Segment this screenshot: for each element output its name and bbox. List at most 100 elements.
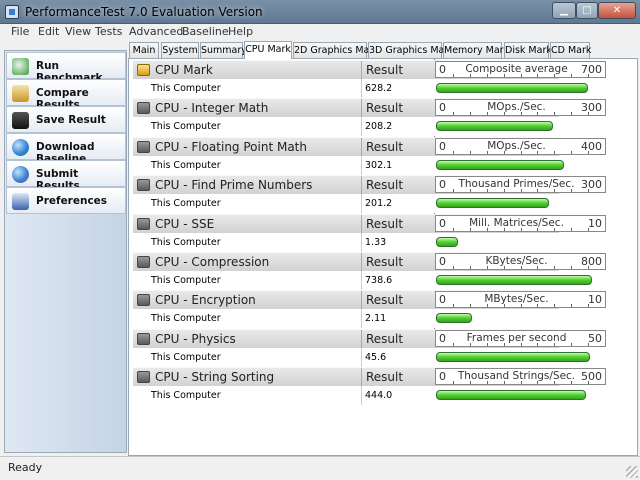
scale-tick [469,189,471,193]
maximize-button[interactable]: □ [576,2,598,19]
tab-strip: Main System Summary CPU Mark 2D Graphics… [128,41,640,59]
tab-cpu-mark[interactable]: CPU Mark [244,41,292,59]
result-bar [436,313,472,324]
download-baseline-button[interactable]: Download Baseline [6,133,126,165]
tab-summary[interactable]: Summary [200,42,247,58]
minimize-button[interactable]: ▁ [552,2,576,19]
scale-max: 800 [581,255,602,268]
compare-results-button[interactable]: Compare Results [6,79,126,111]
scale-tick [520,381,522,385]
test-scale: 0 Thousand Strings/Sec. 500 [435,368,606,386]
scale-tick [503,227,505,231]
scale-tick [469,74,471,77]
resize-grip-icon[interactable] [626,466,638,478]
computer-label: This Computer [151,159,221,171]
scale-unit: KBytes/Sec. [485,255,548,267]
result-column-header: Result [366,178,404,193]
scale-tick [520,227,522,231]
tab-main[interactable]: Main [129,42,159,58]
cpu-chip-icon [137,179,150,192]
tab-cd-mark[interactable]: CD Mark [550,42,591,58]
scale-tick [452,227,454,231]
menu-bar: File Edit View Tests Advanced Baseline H… [0,24,640,40]
scale-max: 10 [588,216,602,230]
scale-tick [452,304,454,308]
tab-disk-mark[interactable]: Disk Mark [504,42,552,58]
test-name: CPU Mark [155,63,213,77]
menu-tests[interactable]: Tests [95,25,122,38]
column-separator [361,253,362,272]
result-value: 628.2 [365,83,393,94]
scale-unit: Mill. Matrices/Sec. [469,216,564,229]
column-separator [361,368,362,388]
scale-tick [588,342,590,346]
menu-edit[interactable]: Edit [38,25,59,38]
scale-tick [520,74,522,77]
menu-view[interactable]: View [65,25,91,38]
title-bar[interactable]: PerformanceTest 7.0 Evaluation Version ▁… [0,0,640,24]
scale-tick [537,150,539,154]
menu-baseline[interactable]: Baseline [182,25,229,38]
run-benchmark-icon [12,58,29,75]
result-bar [436,236,458,247]
scale-tick [486,342,488,346]
tab-3d-graphics-mark[interactable]: 3D Graphics Mark [368,42,454,58]
tab-2d-graphics-mark[interactable]: 2D Graphics Mark [293,42,379,58]
scale-tick [537,112,539,116]
scale-tick [503,189,505,193]
scale-tick [452,150,454,154]
scale-tick [588,74,590,77]
menu-help[interactable]: Help [228,25,253,38]
result-value: 444.0 [365,390,393,402]
result-bar-track [435,81,606,96]
scale-min: 0 [439,331,446,345]
submit-results-button[interactable]: Submit Results [6,160,126,192]
scale-tick [571,266,573,269]
result-column-header: Result [366,101,404,116]
scale-tick [554,304,556,308]
scale-tick [452,342,454,346]
result-value: 201.2 [365,198,393,210]
scale-tick [588,304,590,308]
scale-tick [486,74,488,77]
column-separator [361,61,362,80]
column-separator [361,386,362,406]
column-separator [361,329,362,349]
scale-tick [486,112,488,116]
tab-memory-mark[interactable]: Memory Mark [443,42,509,58]
menu-advanced[interactable]: Advanced [129,25,183,38]
app-icon [5,5,19,19]
scale-tick [520,112,522,116]
result-bar-track [435,273,606,288]
column-separator [361,99,362,119]
test-scale: 0 Thousand Primes/Sec. 300 [435,176,606,194]
preferences-button[interactable]: Preferences [6,187,126,214]
menu-file[interactable]: File [11,25,29,38]
scale-tick [469,150,471,154]
cpu-chip-icon [137,332,150,345]
scale-tick [520,342,522,346]
test-name: CPU - Integer Math [155,101,269,116]
computer-label: This Computer [151,275,221,286]
cpu-chip-icon [137,371,150,384]
test-scale: 0 Frames per second 50 [435,329,606,347]
scale-min: 0 [439,255,446,268]
scale-tick [571,304,573,308]
close-button[interactable]: ✕ [598,2,636,19]
scale-tick [520,304,522,308]
column-separator [361,232,362,252]
result-bar [436,275,592,285]
scale-unit: MOps./Sec. [487,139,546,152]
scale-tick [520,150,522,154]
result-bar [436,351,590,362]
result-value: 1.33 [365,236,387,248]
save-result-button[interactable]: Save Result [6,106,126,133]
result-value: 738.6 [365,275,393,286]
scale-tick [537,189,539,193]
scale-min: 0 [439,63,446,76]
column-separator [361,291,362,311]
tab-system[interactable]: System [161,42,199,58]
run-benchmark-button[interactable]: Run Benchmark [6,52,126,84]
scale-tick [469,304,471,308]
result-column-header: Result [366,331,404,346]
